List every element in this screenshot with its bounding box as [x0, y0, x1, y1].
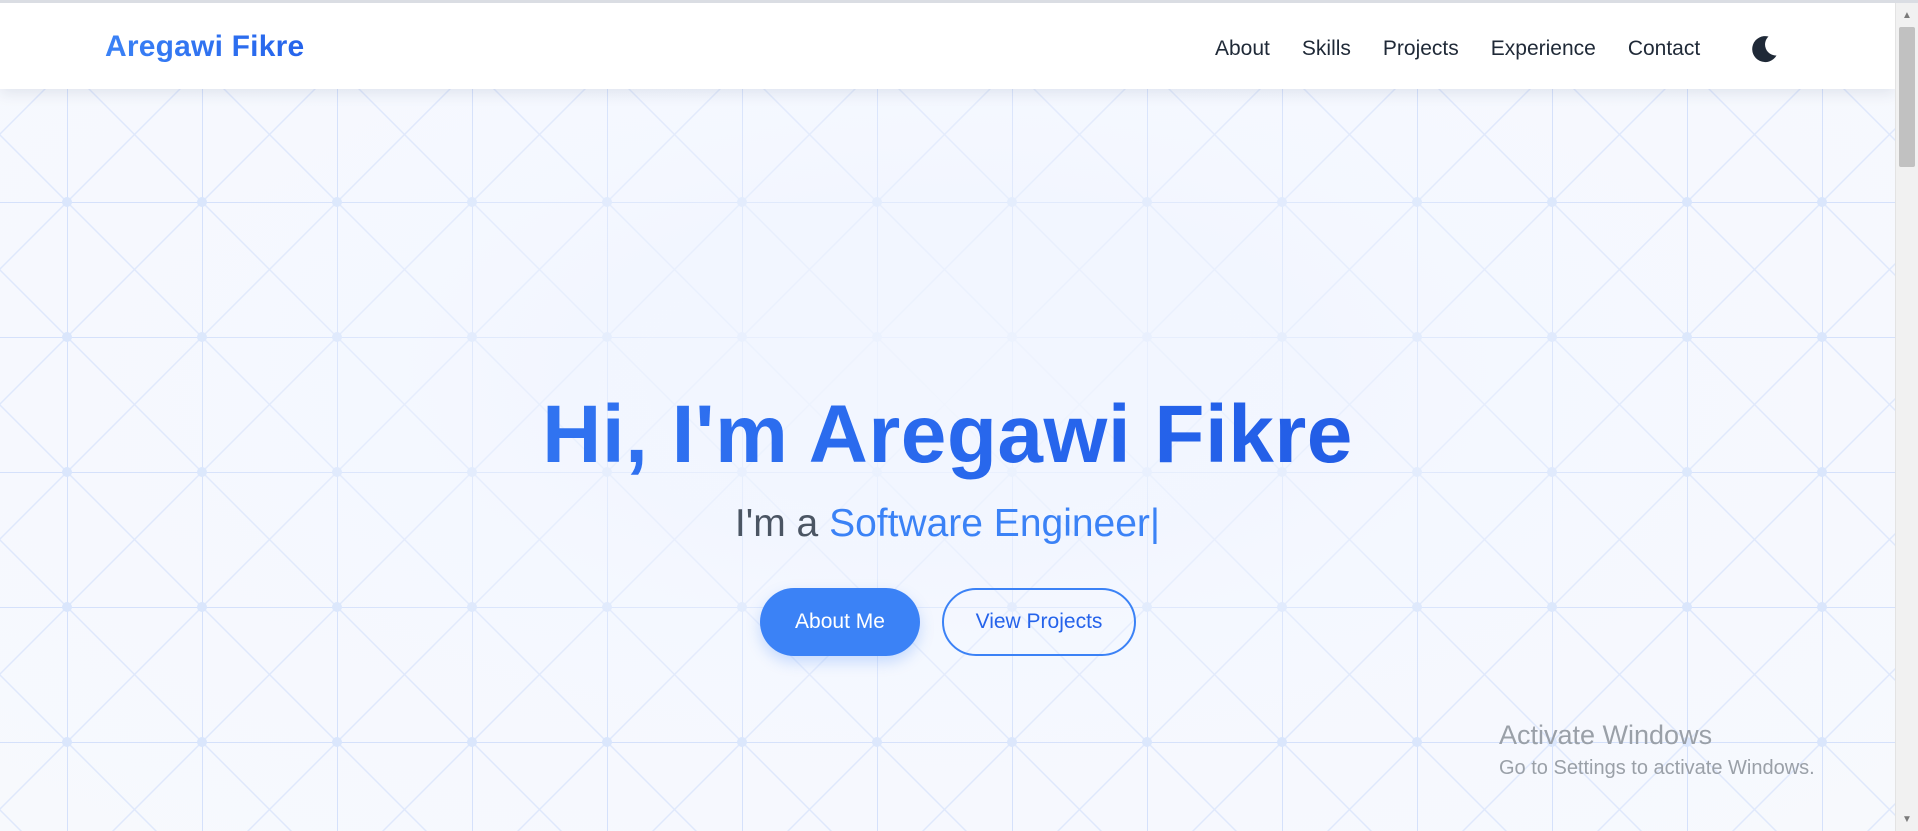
- hero-subtitle: I'm a Software Engineer|: [0, 496, 1895, 552]
- nav-links: About Skills Projects Experience Contact: [1215, 37, 1700, 61]
- subtitle-prefix: I'm a: [734, 502, 830, 545]
- nav-link-contact[interactable]: Contact: [1628, 37, 1700, 61]
- nav-link-skills[interactable]: Skills: [1302, 37, 1351, 61]
- windows-activation-watermark: Activate Windows Go to Settings to activ…: [1499, 717, 1815, 783]
- scrollbar-thumb[interactable]: [1899, 27, 1915, 167]
- scroll-down-arrow-icon[interactable]: ▼: [1896, 809, 1918, 829]
- nav-link-experience[interactable]: Experience: [1491, 37, 1596, 61]
- brand-logo-text[interactable]: Aregawi Fikre: [105, 30, 304, 64]
- hero-title: Hi, I'm Aregawi Fikre: [0, 385, 1895, 485]
- nav-link-projects[interactable]: Projects: [1383, 37, 1459, 61]
- scroll-up-arrow-icon[interactable]: ▲: [1896, 5, 1918, 25]
- top-navbar: Aregawi Fikre About Skills Projects Expe…: [0, 3, 1895, 89]
- nav-link-about[interactable]: About: [1215, 37, 1270, 61]
- moon-icon: [1752, 36, 1777, 63]
- vertical-scrollbar[interactable]: ▲ ▼: [1895, 3, 1918, 831]
- watermark-title: Activate Windows: [1499, 720, 1713, 750]
- typing-cursor: |: [1149, 502, 1161, 545]
- window-top-border: [0, 0, 1918, 3]
- view-projects-button[interactable]: View Projects: [942, 588, 1136, 656]
- theme-toggle-button[interactable]: [1748, 33, 1780, 65]
- hero-section: Hi, I'm Aregawi Fikre I'm a Software Eng…: [0, 0, 1895, 831]
- about-me-button[interactable]: About Me: [760, 588, 920, 656]
- watermark-subtitle: Go to Settings to activate Windows.: [1499, 757, 1815, 779]
- subtitle-role: Software Engineer: [829, 502, 1150, 545]
- browser-viewport: Hi, I'm Aregawi Fikre I'm a Software Eng…: [0, 0, 1918, 831]
